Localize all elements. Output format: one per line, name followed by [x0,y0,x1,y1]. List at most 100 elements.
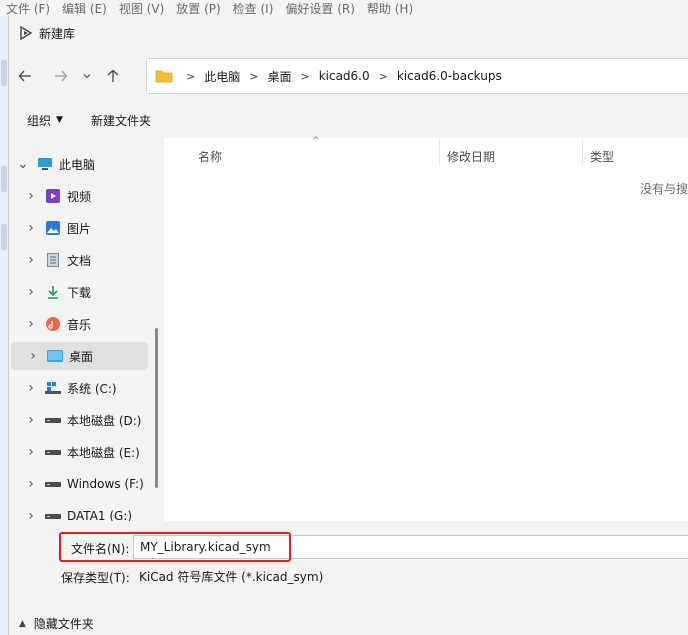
breadcrumb-kicad[interactable]: kicad6.0 [319,69,370,83]
menu-help[interactable]: 帮助 (H) [367,0,413,17]
background-toolbar-mark [1,166,7,192]
menu-file[interactable]: 文件 (F) [6,0,50,17]
menu-view[interactable]: 视图 (V) [119,0,164,17]
dialog-title: 新建库 [39,26,76,41]
organize-button[interactable]: 组织 ▼ [27,112,63,129]
nav-item-8[interactable]: › 本地磁盘 (D:) [9,406,151,434]
chevron-down-icon[interactable]: ⌄ [17,157,29,171]
background-toolbar-mark [1,224,7,250]
background-app-strip [0,16,8,635]
menu-inspect[interactable]: 检查 (I) [233,0,274,17]
column-type-label: 类型 [590,149,615,164]
column-divider[interactable] [582,140,583,166]
nav-item-4[interactable]: › 下载 [9,278,151,306]
chevron-right-icon[interactable]: › [25,188,37,204]
chevron-right-icon[interactable]: › [25,252,37,268]
drive-icon [45,508,61,521]
up-button[interactable] [99,62,127,90]
nav-item-5[interactable]: › 音乐 [9,310,151,338]
chevron-right-icon[interactable]: › [25,316,37,332]
organize-label: 组织 [27,113,52,128]
hide-folders-label: 隐藏文件夹 [33,617,94,631]
nav-item-7[interactable]: › 系统 (C:) [9,374,151,402]
filetype-value: KiCad 符号库文件 (*.kicad_sym) [139,569,324,584]
new-folder-label: 新建文件夹 [90,113,151,128]
desktop-icon [47,348,63,364]
breadcrumb-chevron-icon: > [249,69,259,83]
breadcrumb-chevron-icon: > [186,69,196,83]
arrow-left-icon [18,70,31,82]
column-header-name[interactable]: 名称 [198,144,222,168]
chevron-right-icon[interactable]: › [25,508,37,521]
documents-icon [45,252,61,268]
breadcrumb-desktop[interactable]: 桌面 [267,68,291,85]
file-list[interactable]: 名称 ^ 修改日期 类型 没有与搜 [164,136,688,521]
column-divider[interactable] [439,140,440,166]
save-dialog: 新建库 > 此电脑 > 桌面 > kicad6.0 > kicad6.0-bac… [8,16,688,635]
nav-item-label: 下载 [67,285,92,300]
navigation-pane-scrollbar[interactable] [155,328,158,488]
video-icon [45,188,61,204]
drive-icon [45,412,61,428]
column-modified-label: 修改日期 [447,149,496,164]
nav-item-6[interactable]: › 桌面 [11,342,148,370]
recent-locations-button[interactable] [77,62,97,90]
background-toolbar-mark [1,60,7,86]
new-folder-button[interactable]: 新建文件夹 [91,112,151,129]
forward-button[interactable] [47,62,75,90]
caret-down-icon: ▼ [56,115,63,125]
nav-item-label: 音乐 [67,317,92,332]
nav-item-label: 文档 [67,253,92,268]
breadcrumb-chevron-icon: > [300,69,310,83]
pictures-icon [45,220,61,236]
nav-item-10[interactable]: › Windows (F:) [9,470,151,498]
dialog-toolbar: 组织 ▼ 新建文件夹 [9,104,688,136]
folder-icon [155,70,173,83]
filetype-select[interactable]: KiCad 符号库文件 (*.kicad_sym) [133,564,688,588]
chevron-right-icon[interactable]: › [25,380,37,396]
column-name-label: 名称 [198,149,223,164]
caret-up-icon: ▲ [19,618,26,629]
menu-place[interactable]: 放置 (P) [176,0,220,17]
nav-item-label: 图片 [67,221,92,236]
empty-folder-message: 没有与搜 [640,182,688,196]
hide-folders-toggle[interactable]: ▲ 隐藏文件夹 [19,615,94,632]
menu-preferences[interactable]: 偏好设置 (R) [285,0,355,17]
nav-item-1[interactable]: › 视频 [9,182,151,210]
chevron-right-icon[interactable]: › [25,220,37,236]
nav-item-11[interactable]: › DATA1 (G:) [9,502,151,521]
nav-item-2[interactable]: › 图片 [9,214,151,242]
chevron-right-icon[interactable]: › [25,284,37,300]
background-menubar: 文件 (F) 编辑 (E) 视图 (V) 放置 (P) 检查 (I) 偏好设置 … [0,0,688,16]
breadcrumb-backups[interactable]: kicad6.0-backups [397,69,502,83]
column-header-type[interactable]: 类型 [590,144,614,168]
save-fields-area: 文件名(N): MY_Library.kicad_sym 保存类型(T): Ki… [9,521,688,635]
nav-item-0[interactable]: ⌄ 此电脑 [9,150,151,178]
menu-edit[interactable]: 编辑 (E) [62,0,107,17]
chevron-right-icon[interactable]: › [25,412,37,428]
system-drive-icon [45,380,61,396]
chevron-right-icon[interactable]: › [25,444,37,460]
download-icon [45,284,61,300]
nav-item-label: 视频 [67,189,92,204]
nav-item-label: 本地磁盘 (D:) [67,413,142,428]
nav-item-label: DATA1 (G:) [67,509,133,521]
nav-item-3[interactable]: › 文档 [9,246,151,274]
navigation-row: > 此电脑 > 桌面 > kicad6.0 > kicad6.0-backups [9,56,688,96]
nav-item-label: 桌面 [69,349,94,364]
drive-icon [45,476,61,492]
nav-item-label: 此电脑 [59,157,96,172]
nav-item-label: 系统 (C:) [67,381,117,396]
filetype-label: 保存类型(T): [61,571,130,585]
chevron-right-icon[interactable]: › [25,476,37,492]
back-button[interactable] [11,62,39,90]
breadcrumb-this-pc[interactable]: 此电脑 [204,68,240,85]
address-bar[interactable]: > 此电脑 > 桌面 > kicad6.0 > kicad6.0-backups [146,58,688,94]
breadcrumb-chevron-icon: > [378,69,388,83]
nav-item-label: Windows (F:) [67,477,144,491]
sort-ascending-icon: ^ [312,136,320,146]
column-header-modified[interactable]: 修改日期 [447,144,495,168]
nav-item-9[interactable]: › 本地磁盘 (E:) [9,438,151,466]
chevron-down-icon [83,74,91,79]
chevron-right-icon[interactable]: › [27,348,39,364]
